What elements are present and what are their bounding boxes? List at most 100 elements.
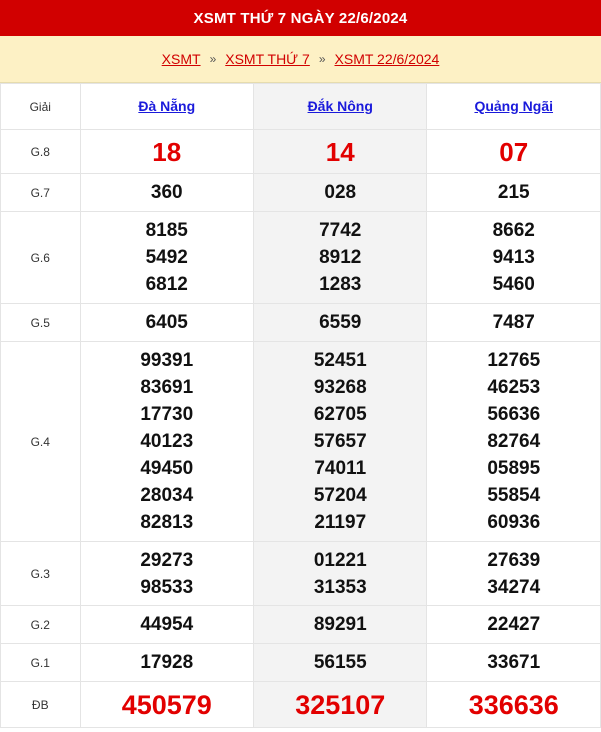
result-cell-dak-nong: 56155 <box>252 643 428 682</box>
result-cell-da-nang: 44954 <box>79 605 255 644</box>
result-number: 8662 <box>492 220 535 241</box>
prize-row-g-7: G.7 360 028 215 <box>0 173 601 212</box>
breadcrumb-link-xsmt-date[interactable]: XSMT 22/6/2024 <box>335 51 440 67</box>
result-cell-quang-ngai: 22427 <box>426 605 601 644</box>
result-number: 5492 <box>145 247 188 268</box>
result-number: 27639 <box>487 549 541 571</box>
result-number: 01221 <box>313 549 367 571</box>
result-cell-dak-nong: 52451 93268 62705 57657 74011 57204 21197 <box>252 341 428 542</box>
result-number: 82764 <box>487 431 541 452</box>
result-cell-quang-ngai: 215 <box>426 173 601 212</box>
result-number: 360 <box>150 182 183 203</box>
result-number: 55854 <box>487 485 541 506</box>
result-number: 31353 <box>313 576 367 598</box>
prize-label: G.1 <box>0 643 81 682</box>
result-number: 215 <box>497 182 530 203</box>
result-number: 6405 <box>145 312 188 333</box>
result-number: 89291 <box>313 614 367 635</box>
province-header-dak-nong: Đắk Nông <box>252 83 428 130</box>
province-link-dak-nong[interactable]: Đắk Nông <box>308 98 373 114</box>
result-number: 6812 <box>145 274 188 295</box>
result-number: 8185 <box>145 220 188 241</box>
result-number: 6559 <box>319 312 362 333</box>
result-number: 82813 <box>140 512 194 533</box>
prize-column-header: Giải <box>0 83 81 130</box>
result-number: 40123 <box>140 431 194 452</box>
result-number: 46253 <box>487 377 541 398</box>
result-cell-quang-ngai: 27639 34274 <box>426 541 601 606</box>
result-cell-da-nang: 99391 83691 17730 40123 49450 28034 82813 <box>79 341 255 542</box>
result-cell-da-nang: 8185 5492 6812 <box>79 211 255 304</box>
result-cell-da-nang: 450579 <box>79 681 255 728</box>
prize-label: ĐB <box>0 681 81 728</box>
breadcrumb: XSMT » XSMT THỨ 7 » XSMT 22/6/2024 <box>0 36 601 83</box>
result-number: 1283 <box>319 274 362 295</box>
result-number: 44954 <box>140 614 194 635</box>
prize-row-g-5: G.5 6405 6559 7487 <box>0 303 601 342</box>
province-link-da-nang[interactable]: Đà Nẵng <box>138 98 195 114</box>
result-cell-dak-nong: 89291 <box>252 605 428 644</box>
prize-label: G.4 <box>0 341 81 542</box>
result-cell-quang-ngai: 336636 <box>426 681 601 728</box>
prize-row-g-6: G.6 8185 5492 6812 7742 8912 1283 8662 9413 5460 <box>0 211 601 304</box>
result-number: 33671 <box>487 652 541 673</box>
result-number: 8912 <box>319 247 362 268</box>
result-number: 57657 <box>313 431 367 452</box>
result-cell-dak-nong: 6559 <box>252 303 428 342</box>
breadcrumb-link-xsmt[interactable]: XSMT <box>162 51 201 67</box>
result-cell-da-nang: 6405 <box>79 303 255 342</box>
result-cell-dak-nong: 7742 8912 1283 <box>252 211 428 304</box>
result-number: 56636 <box>487 404 541 425</box>
result-cell-quang-ngai: 8662 9413 5460 <box>426 211 601 304</box>
result-number: 028 <box>324 182 357 203</box>
prize-label: G.6 <box>0 211 81 304</box>
prize-label: G.7 <box>0 173 81 212</box>
province-header-quang-ngai: Quảng Ngãi <box>426 83 601 130</box>
result-number: 99391 <box>140 350 194 371</box>
result-number: 60936 <box>487 512 541 533</box>
result-number: 7742 <box>319 220 362 241</box>
prize-label: G.2 <box>0 605 81 644</box>
result-cell-dak-nong: 01221 31353 <box>252 541 428 606</box>
result-cell-da-nang: 17928 <box>79 643 255 682</box>
province-link-quang-ngai[interactable]: Quảng Ngãi <box>474 98 553 114</box>
result-number: 9413 <box>492 247 535 268</box>
result-cell-quang-ngai: 7487 <box>426 303 601 342</box>
jackpot-number: 336636 <box>468 689 559 720</box>
result-number: 5460 <box>492 274 535 295</box>
result-number: 18 <box>152 136 182 167</box>
prize-label: G.5 <box>0 303 81 342</box>
breadcrumb-separator: » <box>318 52 326 66</box>
result-number: 29273 <box>140 549 194 571</box>
breadcrumb-link-xsmt-thu-7[interactable]: XSMT THỨ 7 <box>225 51 310 67</box>
result-number: 21197 <box>314 512 367 533</box>
prize-label: G.3 <box>0 541 81 606</box>
prize-row-g-4: G.4 99391 83691 17730 40123 49450 28034 82813 52… <box>0 341 601 542</box>
result-cell-da-nang: 360 <box>79 173 255 212</box>
result-number: 56155 <box>313 652 367 673</box>
result-number: 34274 <box>487 576 541 598</box>
result-number: 98533 <box>140 576 194 598</box>
result-number: 17730 <box>140 404 194 425</box>
result-number: 14 <box>325 136 355 167</box>
result-number: 7487 <box>492 312 535 333</box>
prize-row-g-8: G.8 18 14 07 <box>0 129 601 174</box>
breadcrumb-separator: » <box>209 52 217 66</box>
result-number: 83691 <box>140 377 194 398</box>
results-table: Giải Đà Nẵng Đắk Nông Quảng Ngãi G.8 18 14… <box>0 83 601 728</box>
prize-row-db: ĐB 450579 325107 336636 <box>0 681 601 728</box>
prize-row-g-3: G.3 29273 98533 01221 31353 27639 34274 <box>0 541 601 606</box>
result-number: 93268 <box>313 377 367 398</box>
result-number: 07 <box>499 136 529 167</box>
result-cell-da-nang: 18 <box>79 129 255 174</box>
result-cell-da-nang: 29273 98533 <box>79 541 255 606</box>
result-cell-quang-ngai: 07 <box>426 129 601 174</box>
province-header-da-nang: Đà Nẵng <box>79 83 255 130</box>
result-number: 49450 <box>140 458 194 479</box>
jackpot-number: 325107 <box>295 689 386 720</box>
prize-row-g-2: G.2 44954 89291 22427 <box>0 605 601 644</box>
result-number: 52451 <box>313 350 367 371</box>
result-number: 62705 <box>313 404 367 425</box>
prize-row-g-1: G.1 17928 56155 33671 <box>0 643 601 682</box>
result-cell-quang-ngai: 33671 <box>426 643 601 682</box>
